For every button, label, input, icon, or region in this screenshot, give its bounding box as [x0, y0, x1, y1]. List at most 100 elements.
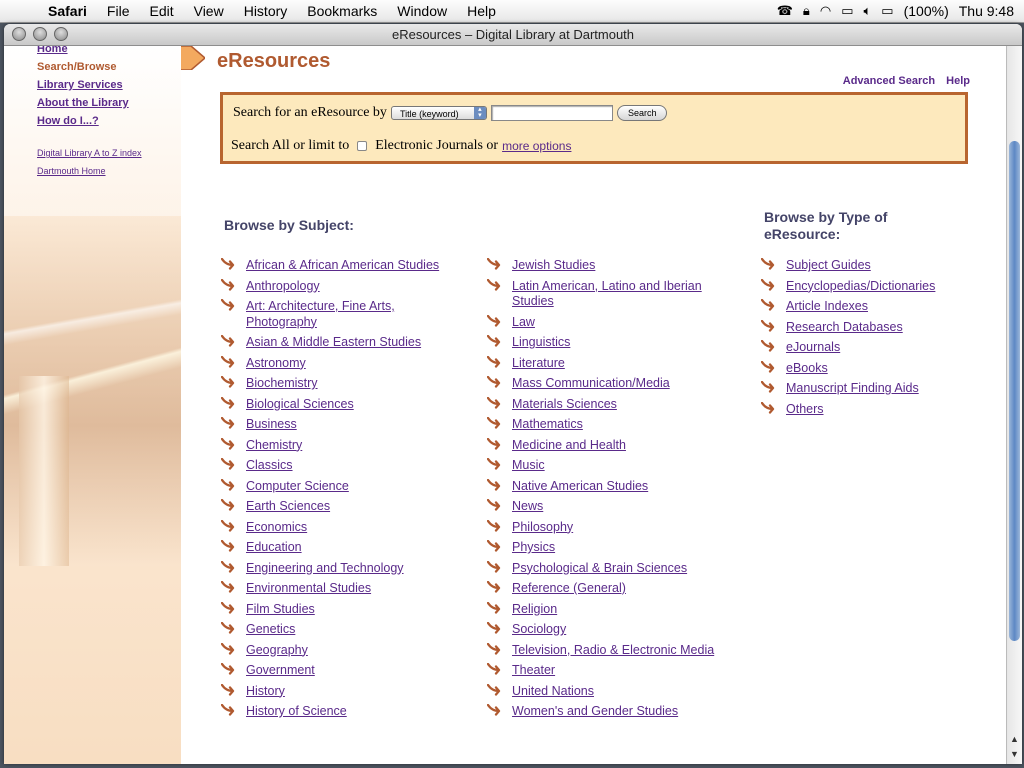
window-titlebar[interactable]: eResources – Digital Library at Dartmout… [4, 24, 1022, 46]
browse-link[interactable]: Psychological & Brain Sciences [512, 561, 687, 575]
menu-edit[interactable]: Edit [139, 0, 183, 22]
menu-history[interactable]: History [234, 0, 298, 22]
scroll-up-arrow-icon[interactable]: ▲ [1007, 732, 1022, 747]
browse-link[interactable]: Education [246, 540, 302, 554]
browse-link[interactable]: Asian & Middle Eastern Studies [246, 335, 421, 349]
list-item: Earth Sciences [221, 499, 456, 515]
close-window-button[interactable] [12, 27, 26, 41]
browse-link[interactable]: Native American Studies [512, 479, 648, 493]
scrollbar-thumb[interactable] [1009, 141, 1020, 641]
browse-link[interactable]: Business [246, 417, 297, 431]
browse-link[interactable]: Religion [512, 602, 557, 616]
browse-link[interactable]: Engineering and Technology [246, 561, 404, 575]
browse-link[interactable]: Others [786, 402, 824, 416]
browse-link[interactable]: Philosophy [512, 520, 573, 534]
menu-file[interactable]: File [97, 0, 140, 22]
sidebar-link-a-to-z[interactable]: Digital Library A to Z index [37, 144, 142, 162]
browse-link[interactable]: Article Indexes [786, 299, 868, 313]
browse-link[interactable]: Chemistry [246, 438, 302, 452]
arrow-bullet-icon [487, 258, 501, 270]
browse-link[interactable]: Economics [246, 520, 307, 534]
menu-help[interactable]: Help [457, 0, 506, 22]
browse-link[interactable]: Research Databases [786, 320, 903, 334]
browse-link[interactable]: Government [246, 663, 315, 677]
browse-link[interactable]: Encyclopedias/Dictionaries [786, 279, 935, 293]
search-button[interactable]: Search [616, 105, 668, 121]
browse-link[interactable]: Biochemistry [246, 376, 318, 390]
browse-subject-heading: Browse by Subject: [224, 217, 354, 233]
arrow-bullet-icon [221, 601, 235, 614]
browse-link[interactable]: Physics [512, 540, 555, 554]
sidebar-link-search-browse[interactable]: Search/Browse [37, 58, 142, 76]
browse-link[interactable]: Genetics [246, 622, 295, 636]
browse-link[interactable]: Mass Communication/Media [512, 376, 670, 390]
browse-link[interactable]: Mathematics [512, 417, 583, 431]
top-links: Advanced Search Help [835, 75, 970, 87]
arrow-bullet-icon [221, 376, 235, 388]
clock[interactable]: Thu 9:48 [959, 3, 1014, 19]
search-input[interactable] [490, 105, 613, 121]
lock-icon[interactable]: 🔒︎ [803, 3, 810, 19]
browse-link[interactable]: Linguistics [512, 335, 570, 349]
browse-link[interactable]: Sociology [512, 622, 566, 636]
phone-icon[interactable]: ☎ [777, 3, 793, 19]
browse-link[interactable]: Television, Radio & Electronic Media [512, 643, 714, 657]
browse-link[interactable]: Theater [512, 663, 555, 677]
browse-link[interactable]: Women's and Gender Studies [512, 704, 678, 718]
browse-link[interactable]: History [246, 684, 285, 698]
menu-view[interactable]: View [184, 0, 234, 22]
scroll-down-arrow-icon[interactable]: ▼ [1007, 747, 1022, 762]
browse-link[interactable]: Film Studies [246, 602, 315, 616]
browse-link[interactable]: Latin American, Latino and Iberian Studi… [512, 279, 702, 309]
sidebar-link-about[interactable]: About the Library [37, 94, 142, 112]
sidebar-link-dartmouth-home[interactable]: Dartmouth Home [37, 162, 142, 180]
browse-link[interactable]: Medicine and Health [512, 438, 626, 452]
electronic-journals-checkbox[interactable] [357, 141, 368, 151]
list-item: Linguistics [487, 335, 727, 351]
browse-link[interactable]: United Nations [512, 684, 594, 698]
browse-link[interactable]: Music [512, 458, 545, 472]
browse-link[interactable]: Manuscript Finding Aids [786, 381, 919, 395]
zoom-window-button[interactable] [54, 27, 68, 41]
browse-link[interactable]: eJournals [786, 340, 840, 354]
display-icon[interactable]: ▭ [841, 3, 853, 19]
sidebar-link-library-services[interactable]: Library Services [37, 76, 142, 94]
menu-app-safari[interactable]: Safari [38, 0, 97, 22]
browse-link[interactable]: Materials Sciences [512, 397, 617, 411]
browse-link[interactable]: Art: Architecture, Fine Arts, Photograph… [246, 299, 395, 329]
browse-link[interactable]: Subject Guides [786, 258, 871, 272]
help-link[interactable]: Help [946, 75, 970, 87]
browse-link[interactable]: Astronomy [246, 356, 306, 370]
list-item: History [221, 683, 456, 700]
minimize-window-button[interactable] [33, 27, 47, 41]
menu-extras: ☎ 🔒︎ ◠ ▭ 🔈︎ ▭ (100%) Thu 9:48 [777, 0, 1014, 22]
browse-link[interactable]: Classics [246, 458, 293, 472]
browse-link[interactable]: Literature [512, 356, 565, 370]
browse-link[interactable]: News [512, 499, 543, 513]
search-type-select[interactable]: Title (keyword) ▴ ▾ [390, 106, 487, 120]
menu-window[interactable]: Window [387, 0, 457, 22]
advanced-search-link[interactable]: Advanced Search [843, 75, 935, 87]
browse-link[interactable]: History of Science [246, 704, 347, 718]
browse-link[interactable]: Biological Sciences [246, 397, 354, 411]
vertical-scrollbar[interactable]: ▲ ▼ [1006, 46, 1022, 764]
volume-icon[interactable]: 🔈︎ [863, 3, 871, 19]
browse-link[interactable]: Geography [246, 643, 308, 657]
browse-link[interactable]: Anthropology [246, 279, 320, 293]
arrow-bullet-icon [761, 319, 775, 332]
browse-link[interactable]: Law [512, 315, 535, 329]
browse-link[interactable]: Computer Science [246, 479, 349, 493]
browse-link[interactable]: eBooks [786, 361, 828, 375]
wifi-icon[interactable]: ◠ [820, 3, 831, 19]
menu-bookmarks[interactable]: Bookmarks [297, 0, 387, 22]
browse-link[interactable]: Jewish Studies [512, 258, 595, 272]
sidebar-link-how-do-i[interactable]: How do I...? [37, 112, 142, 130]
browse-link[interactable]: Environmental Studies [246, 581, 371, 595]
browse-link[interactable]: African & African American Studies [246, 258, 439, 272]
browse-link[interactable]: Reference (General) [512, 581, 626, 595]
battery-icon[interactable]: ▭ [881, 3, 893, 19]
list-item: Latin American, Latino and Iberian Studi… [487, 278, 727, 310]
more-options-link[interactable]: more options [502, 139, 571, 153]
browse-link[interactable]: Earth Sciences [246, 499, 330, 513]
sidebar-link-home[interactable]: Home [37, 46, 142, 58]
